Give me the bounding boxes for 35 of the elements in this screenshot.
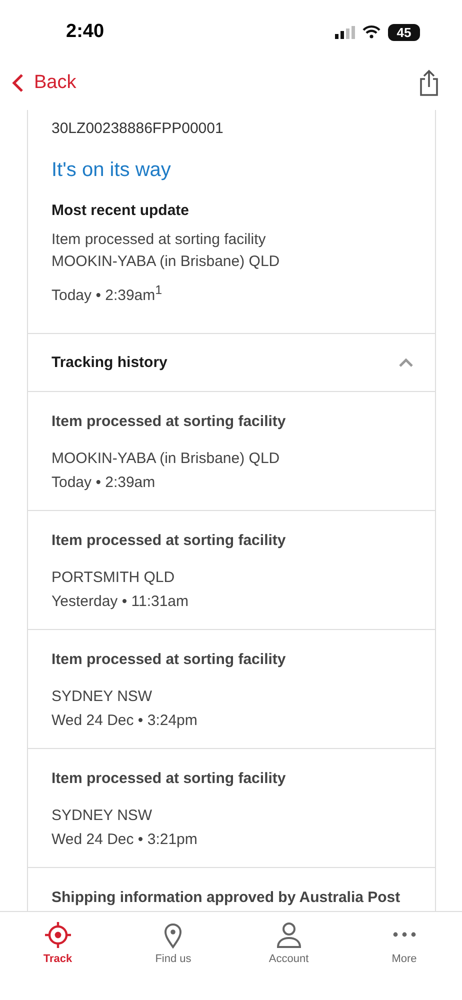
back-button[interactable]: Back [12, 72, 76, 94]
wifi-icon [362, 25, 381, 39]
update-time: Today • 2:39am$^{1}$ [52, 282, 164, 306]
section-title: Tracking history [52, 354, 168, 371]
person-icon [274, 921, 303, 949]
event-title: Item processed at sorting facility [52, 532, 287, 549]
tracking-number: 30LZ00238886FPP00001 [52, 120, 224, 137]
tracking-history-header[interactable]: Tracking history [28, 334, 434, 392]
event-time: Today • 2:39am [52, 473, 156, 493]
tab-bar-item[interactable]: More [386, 920, 423, 972]
event-title: Item processed at sorting facility [52, 770, 287, 787]
event-location: MOOKIN-YABA (in Brisbane) QLD [52, 449, 281, 469]
signal-icon [335, 26, 355, 38]
event-title: Shipping information approved by Australia Post [52, 889, 402, 906]
target-icon [44, 921, 72, 949]
back-chevron-icon [12, 73, 24, 93]
tab-bar-item[interactable]: Account [262, 920, 315, 972]
event-location: SYDNEY NSW [52, 806, 154, 826]
event-title: Item processed at sorting facility [52, 651, 287, 668]
event-location: SYDNEY NSW [52, 687, 154, 707]
event-title: Item processed at sorting facility [52, 413, 287, 430]
delivery-status: It's on its way [52, 159, 172, 182]
section-heading: Most recent update [52, 202, 190, 219]
update-text: MOOKIN-YABA (in Brisbane) QLD [52, 252, 281, 272]
event-time: Wed 24 Dec • 3:24pm [52, 711, 198, 731]
event-time: Wed 24 Dec • 3:21pm [52, 830, 198, 850]
status-time: 2:40 [66, 21, 104, 43]
event-location: PORTSMITH QLD [52, 568, 176, 588]
share-icon[interactable] [418, 69, 440, 97]
battery-level: 45 [388, 24, 420, 40]
update-text: Item processed at sorting facility [52, 230, 267, 250]
more-icon [392, 932, 416, 937]
tab-bar-item[interactable]: Track [37, 920, 78, 972]
event-time: Yesterday • 11:31am [52, 592, 190, 612]
tab-bar-item[interactable]: Find us [149, 920, 198, 972]
